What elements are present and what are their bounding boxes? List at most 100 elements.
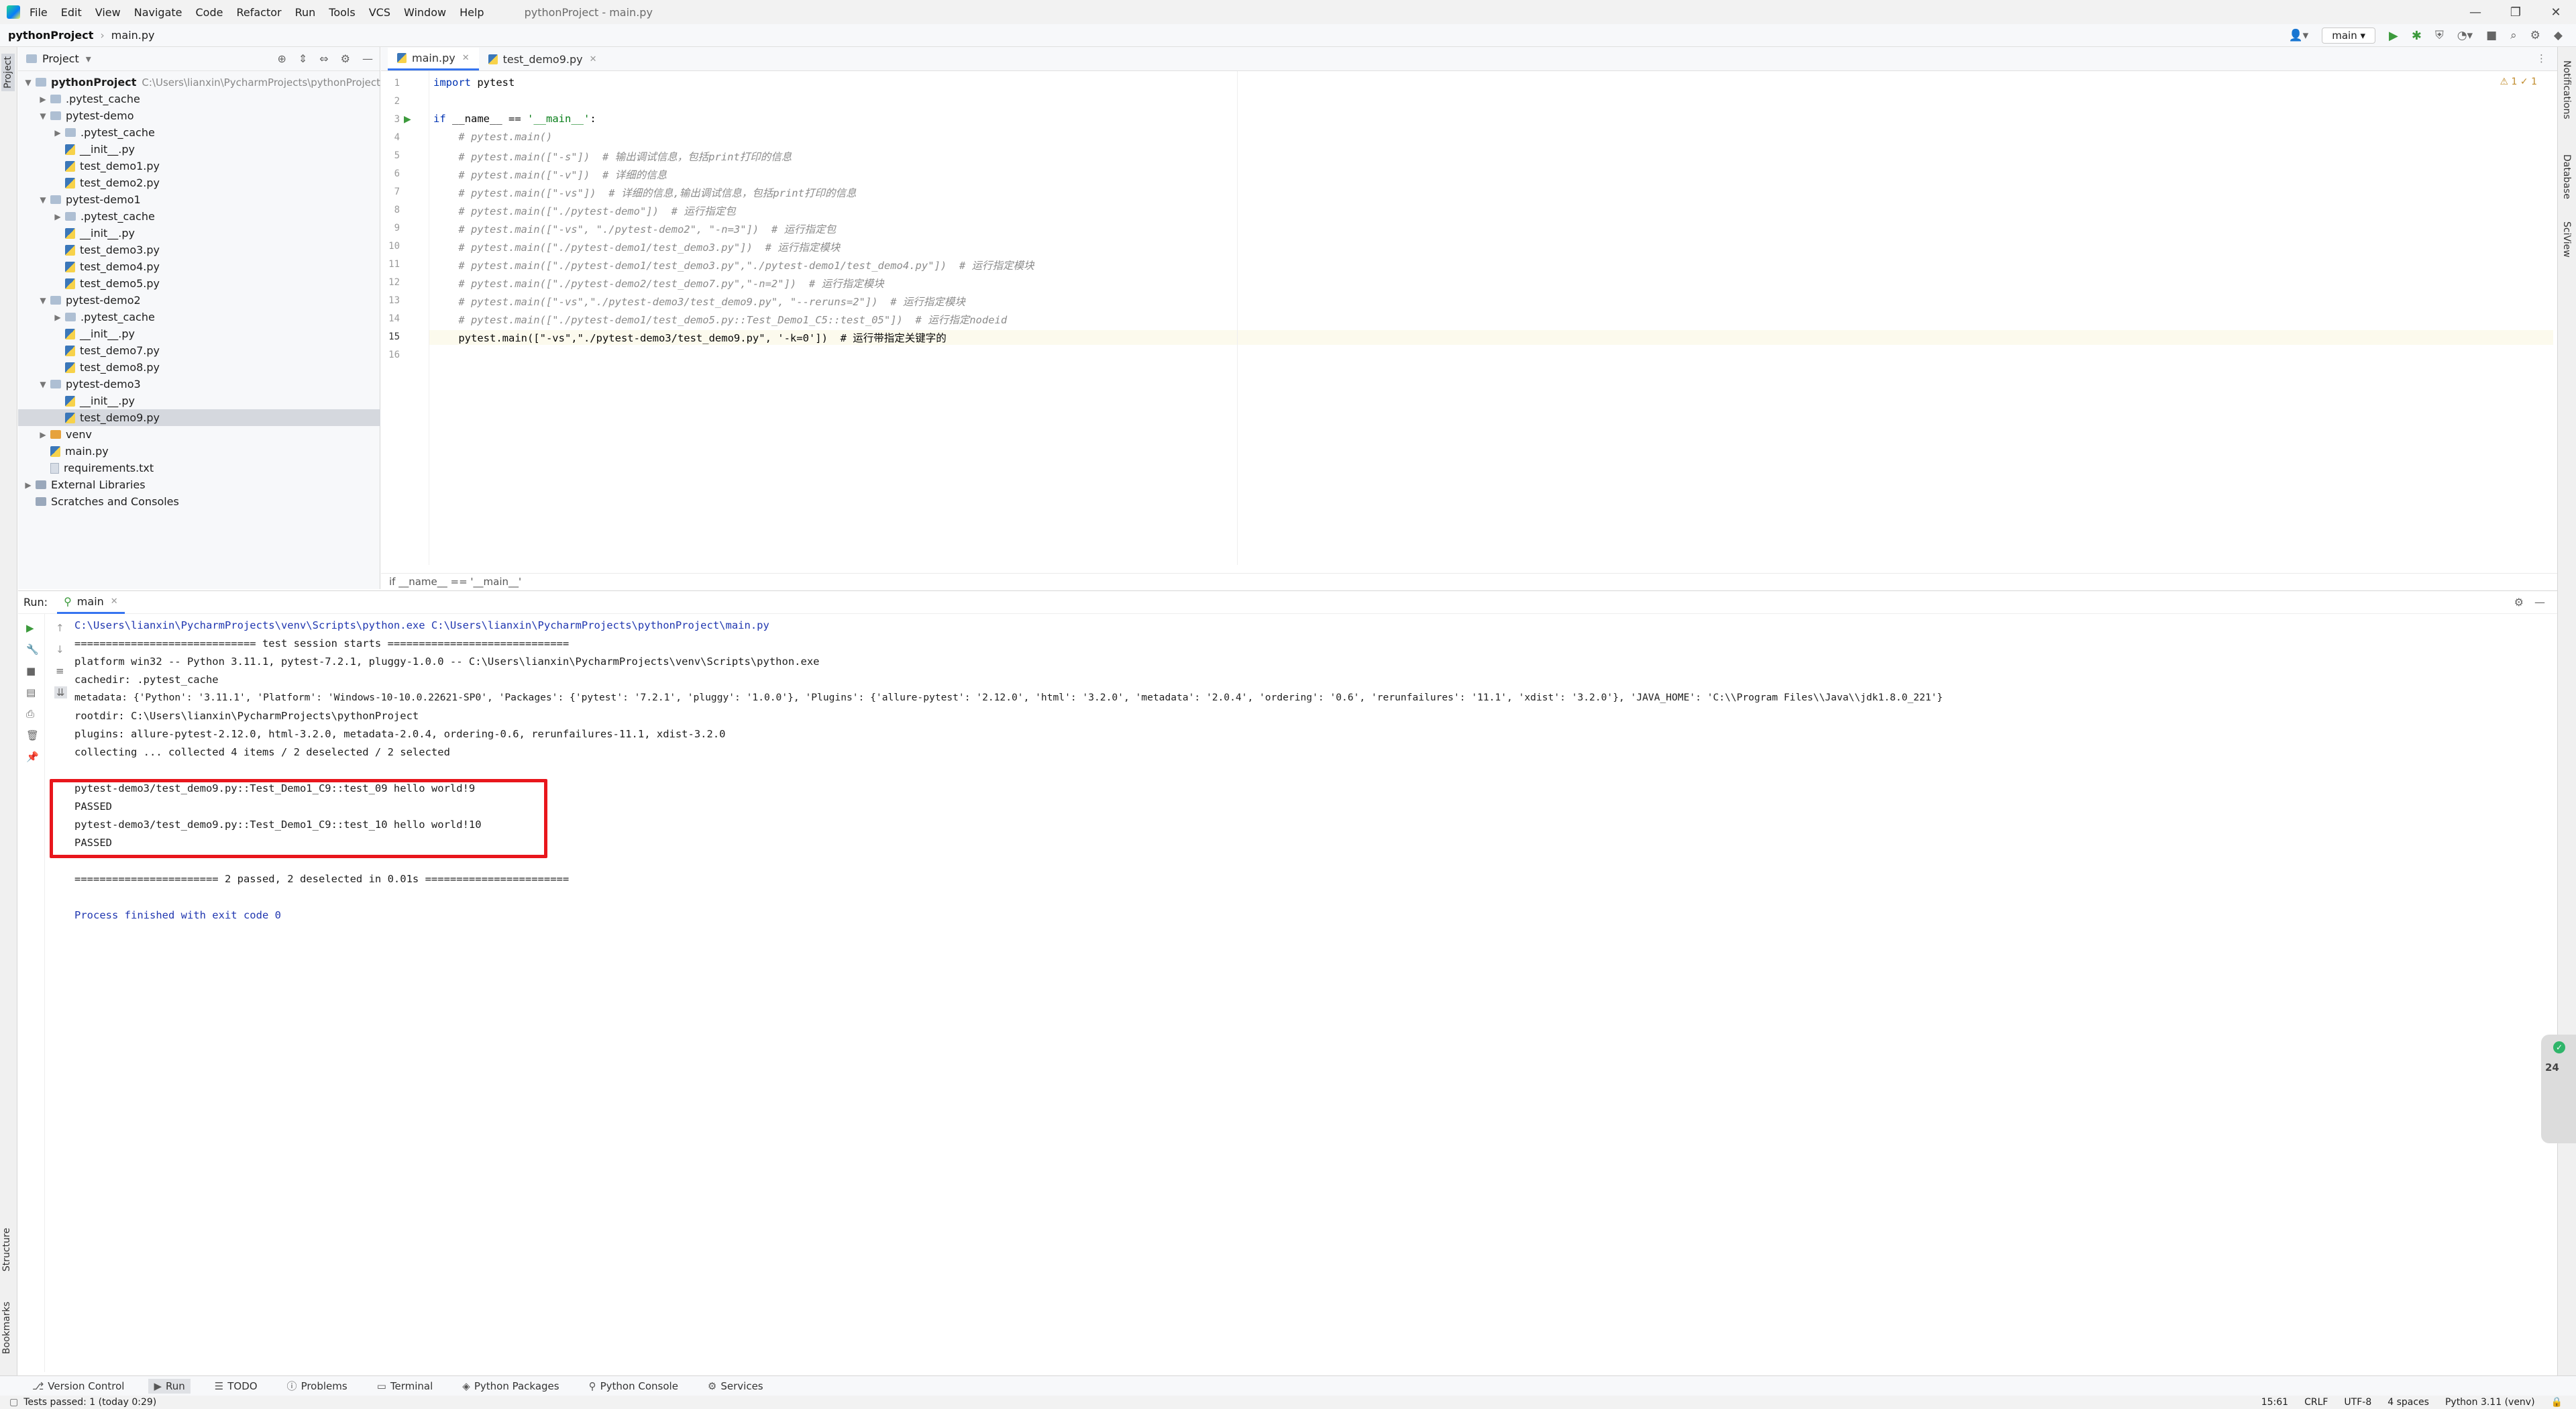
restore-icon[interactable]: ❐ xyxy=(2496,0,2536,24)
tree-item[interactable]: __init__.py xyxy=(65,393,135,409)
menu-file[interactable]: File xyxy=(30,6,48,19)
chevron-down-icon[interactable]: ▾ xyxy=(86,52,91,65)
chevron-right-icon[interactable]: ▶ xyxy=(50,313,65,322)
run-config-select[interactable]: main ▾ xyxy=(2322,28,2376,44)
pin-icon[interactable]: 📌 xyxy=(26,751,39,763)
notifications-tool-button[interactable]: Notifications xyxy=(2561,60,2572,119)
tree-item[interactable]: ▶ .pytest_cache xyxy=(36,91,140,107)
tree-item[interactable]: __init__.py xyxy=(65,325,135,342)
chevron-down-icon[interactable]: ▼ xyxy=(21,78,36,87)
status-toggle-icon[interactable]: ▢ xyxy=(9,1397,18,1408)
status-message[interactable]: Tests passed: 1 (today 0:29) xyxy=(23,1397,156,1408)
debug-icon[interactable]: ✱ xyxy=(2412,29,2422,43)
breadcrumb-project[interactable]: pythonProject xyxy=(8,29,93,42)
menu-code[interactable]: Code xyxy=(196,6,223,19)
lock-icon[interactable]: 🔒 xyxy=(2551,1397,2563,1408)
gear-icon[interactable]: ⚙ xyxy=(341,52,350,65)
expand-all-icon[interactable]: ⇕ xyxy=(299,52,307,65)
tree-item[interactable]: Scratches and Consoles xyxy=(36,493,179,510)
minimize-icon[interactable]: — xyxy=(2455,0,2496,24)
stop-icon[interactable]: ■ xyxy=(2486,29,2497,42)
wrench-icon[interactable]: 🔧 xyxy=(26,643,39,656)
chevron-down-icon[interactable]: ▼ xyxy=(36,195,50,205)
user-icon[interactable]: 👤▾ xyxy=(2289,29,2309,42)
tree-item[interactable]: test_demo7.py xyxy=(65,342,160,359)
chevron-down-icon[interactable]: ▼ xyxy=(36,380,50,389)
tree-item[interactable]: ▶ .pytest_cache xyxy=(50,309,154,325)
indent-setting[interactable]: 4 spaces xyxy=(2387,1397,2429,1408)
tab-terminal[interactable]: ▭ Terminal xyxy=(372,1379,439,1394)
tree-item[interactable]: requirements.txt xyxy=(50,460,154,476)
tree-item[interactable]: ▶ External Libraries xyxy=(21,476,145,493)
tab-problems[interactable]: ⓘ Problems xyxy=(282,1377,353,1394)
tree-item[interactable]: ▶ .pytest_cache xyxy=(50,124,154,141)
console-output[interactable]: C:\Users\lianxin\PycharmProjects\venv\Sc… xyxy=(74,614,2550,1372)
bookmarks-tool-button[interactable]: Bookmarks xyxy=(1,1302,12,1354)
chevron-right-icon[interactable]: ▶ xyxy=(36,95,50,104)
tree-item[interactable]: ▶ .pytest_cache xyxy=(50,208,154,225)
tab-services[interactable]: ⚙ Services xyxy=(702,1379,769,1394)
tree-item[interactable]: test_demo3.py xyxy=(65,242,160,258)
tree-item[interactable]: test_demo8.py xyxy=(65,359,160,376)
sciview-tool-button[interactable]: SciView xyxy=(2561,221,2572,258)
tree-item[interactable]: ▼ pytest-demo xyxy=(36,107,133,124)
tree-item[interactable]: ▼ pytest-demo2 xyxy=(36,292,140,309)
run-gutter-icon[interactable]: ▶ xyxy=(404,114,411,125)
soft-wrap-icon[interactable]: ≡ xyxy=(56,665,64,677)
menu-window[interactable]: Window xyxy=(404,6,446,19)
stop-icon[interactable]: ■ xyxy=(26,665,36,677)
coverage-icon[interactable]: ⛨ xyxy=(2435,29,2444,42)
breadcrumb-file[interactable]: main.py xyxy=(111,29,155,42)
tab-python-packages[interactable]: ◈ Python Packages xyxy=(457,1379,564,1394)
run-icon[interactable]: ▶ xyxy=(2389,29,2398,43)
search-icon[interactable]: ⌕ xyxy=(2510,29,2517,42)
tree-item[interactable]: test_demo5.py xyxy=(65,275,160,292)
menu-vcs[interactable]: VCS xyxy=(369,6,390,19)
tree-item-selected[interactable]: test_demo9.py xyxy=(18,409,380,426)
file-encoding[interactable]: UTF-8 xyxy=(2344,1397,2371,1408)
rerun-icon[interactable]: ▶ xyxy=(26,622,34,634)
menu-navigate[interactable]: Navigate xyxy=(134,6,182,19)
tree-item[interactable]: __init__.py xyxy=(65,225,135,242)
line-separator[interactable]: CRLF xyxy=(2304,1397,2328,1408)
chevron-right-icon[interactable]: ▶ xyxy=(50,212,65,221)
tree-item[interactable]: ▶ venv xyxy=(36,426,92,443)
close-tab-icon[interactable]: ✕ xyxy=(462,53,470,63)
up-arrow-icon[interactable]: ↑ xyxy=(56,622,64,634)
scroll-to-end-icon[interactable]: ⇊ xyxy=(54,686,67,698)
collapse-all-icon[interactable]: ⇔ xyxy=(319,52,328,65)
tree-item[interactable]: test_demo1.py xyxy=(65,158,160,174)
close-icon[interactable]: ✕ xyxy=(2536,0,2576,24)
chevron-down-icon[interactable]: ▼ xyxy=(36,296,50,305)
menu-edit[interactable]: Edit xyxy=(61,6,82,19)
settings-icon[interactable]: ⚙ xyxy=(2514,596,2524,609)
tab-run[interactable]: ▶ Run xyxy=(148,1378,191,1394)
menu-tools[interactable]: Tools xyxy=(329,6,355,19)
chevron-down-icon[interactable]: ▼ xyxy=(36,111,50,121)
trash-icon[interactable]: 🗑 xyxy=(26,729,39,741)
tree-item[interactable]: main.py xyxy=(50,443,109,460)
settings-icon[interactable]: ⚙ xyxy=(2530,29,2540,42)
tree-root[interactable]: ▼ pythonProject C:\Users\lianxin\PycharmPr… xyxy=(21,74,380,91)
project-panel-title[interactable]: Project xyxy=(42,52,79,65)
tab-version-control[interactable]: ⎇ Version Control xyxy=(27,1379,129,1394)
menu-help[interactable]: Help xyxy=(460,6,484,19)
locate-icon[interactable]: ⊕ xyxy=(277,52,286,65)
chevron-right-icon[interactable]: ▶ xyxy=(50,128,65,138)
tree-item[interactable]: __init__.py xyxy=(65,141,135,158)
more-tabs-icon[interactable]: ⋮ xyxy=(2536,52,2546,64)
menu-view[interactable]: View xyxy=(95,6,121,19)
python-interpreter[interactable]: Python 3.11 (venv) xyxy=(2445,1397,2535,1408)
menu-refactor[interactable]: Refactor xyxy=(236,6,281,19)
database-tool-button[interactable]: Database xyxy=(2561,154,2572,199)
tab-todo[interactable]: ☰ TODO xyxy=(209,1379,263,1394)
hide-icon[interactable]: — xyxy=(362,52,373,65)
tree-item[interactable]: ▼ pytest-demo3 xyxy=(36,376,140,393)
down-arrow-icon[interactable]: ↓ xyxy=(56,643,64,656)
tree-item[interactable]: ▼ pytest-demo1 xyxy=(36,191,140,208)
tree-item[interactable]: test_demo4.py xyxy=(65,258,160,275)
jetbrains-ai-icon[interactable]: ◆ xyxy=(2554,29,2563,42)
chevron-right-icon[interactable]: ▶ xyxy=(36,430,50,439)
close-tab-icon[interactable]: ✕ xyxy=(111,596,118,607)
structure-tool-button[interactable]: Structure xyxy=(1,1228,12,1271)
